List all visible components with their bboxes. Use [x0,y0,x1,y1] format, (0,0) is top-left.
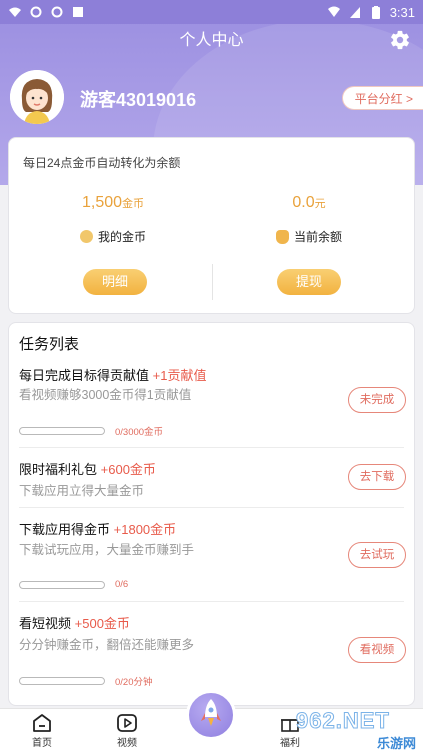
page-title: 个人中心 [179,32,244,49]
task-description: 看视频赚够3000金币得1贡献值 [19,388,192,402]
task-list-heading: 任务列表 [19,336,80,353]
gear-icon [391,30,409,50]
video-icon [117,714,137,732]
task-title-row: 看短视频 +500金币 [19,613,130,632]
coins-unit: 金币 [122,198,145,210]
notification-icon [71,5,85,19]
username: 游客43019016 [80,90,197,110]
coins-label: 我的金币 [97,230,146,244]
progress-text: 0/3000金币 [115,427,164,438]
signal-icon [327,5,341,19]
task-title-row: 限时福利礼包 +600金币 [19,459,156,478]
avatar[interactable] [10,70,64,124]
task-progress: 0/6 [19,579,128,590]
task-description: 分分钟赚金币，翻倍还能赚更多 [19,638,195,652]
progress-text: 0/20分钟 [115,677,153,688]
watermark-site-name: 乐游网 [376,736,416,751]
task-reward: +500金币 [74,616,130,631]
balance-label: 当前余额 [293,230,342,244]
avatar-illustration [10,70,64,124]
task-reward: +1贡献值 [152,368,207,383]
task-action-button[interactable]: 看视频 [348,637,406,663]
sync-icon [29,5,43,19]
task-list-card: 任务列表 每日完成目标得贡献值 +1贡献值 看视频赚够3000金币得1贡献值 0… [8,322,415,706]
home-icon [33,714,51,732]
task-title: 每日完成目标得贡献值 [19,368,150,383]
progress-text: 0/6 [115,579,129,590]
balance-summary: 0.0元 当前余额 [209,194,409,245]
task-reward: +600金币 [100,462,156,477]
task-title: 看短视频 [19,616,72,631]
nav-video-label: 视频 [117,738,137,749]
status-bar: 3:31 [0,0,423,24]
task-title-row: 下载应用得金币 +1800金币 [19,519,176,538]
wallet-card: 每日24点金币自动转化为余额 1,500金币 我的金币 0.0元 当前余额 明细… [8,137,415,314]
task-reward: +1800金币 [113,522,177,537]
coins-amount: 1,500金币 [13,194,213,212]
task-action-button[interactable]: 未完成 [348,387,406,413]
withdraw-button[interactable]: 提现 [277,269,341,295]
task-progress: 0/20分钟 [19,674,153,688]
divider [19,601,404,602]
money-bag-icon [275,229,289,244]
coins-label-row: 我的金币 [13,228,213,245]
task-action-button[interactable]: 去下载 [348,464,406,490]
coins-value: 1,500 [81,194,123,211]
watermark: 962.NET 乐游网 [290,708,420,752]
watermark-logo-text: 962.NET [296,708,390,734]
divider [19,507,404,508]
task-title: 下载应用得金币 [19,522,111,537]
progress-bar [19,677,105,685]
status-time: 3:31 [389,4,415,20]
rocket-icon [201,699,221,726]
no-sim-icon [348,5,362,19]
divider [19,447,404,448]
balance-value: 0.0 [292,194,315,211]
platform-bonus-button[interactable]: 平台分红 > [341,86,423,110]
wallet-note: 每日24点金币自动转化为余额 [23,156,181,170]
progress-bar [19,580,105,589]
balance-amount: 0.0元 [209,194,409,212]
settings-button[interactable] [389,29,411,51]
detail-button[interactable]: 明细 [83,269,147,295]
balance-unit: 元 [314,198,326,210]
rocket-button[interactable] [186,690,236,740]
task-description: 下载应用立得大量金币 [19,484,145,498]
task-progress: 0/3000金币 [19,424,163,438]
nav-home-label: 首页 [32,738,52,749]
wallet-divider [212,264,213,300]
coins-summary: 1,500金币 我的金币 [13,194,213,245]
battery-icon [369,5,383,19]
coin-icon [79,230,93,243]
task-description: 下载试玩应用，大量金币赚到手 [19,543,195,557]
balance-label-row: 当前余额 [209,228,409,245]
task-title: 限时福利礼包 [19,462,98,477]
nav-video[interactable]: 视频 [107,713,147,749]
wifi-icon [8,5,22,19]
task-title-row: 每日完成目标得贡献值 +1贡献值 [19,365,206,384]
progress-bar [19,427,105,435]
nav-home[interactable]: 首页 [22,713,62,749]
sync-icon [50,5,64,19]
task-action-button[interactable]: 去试玩 [348,542,406,568]
